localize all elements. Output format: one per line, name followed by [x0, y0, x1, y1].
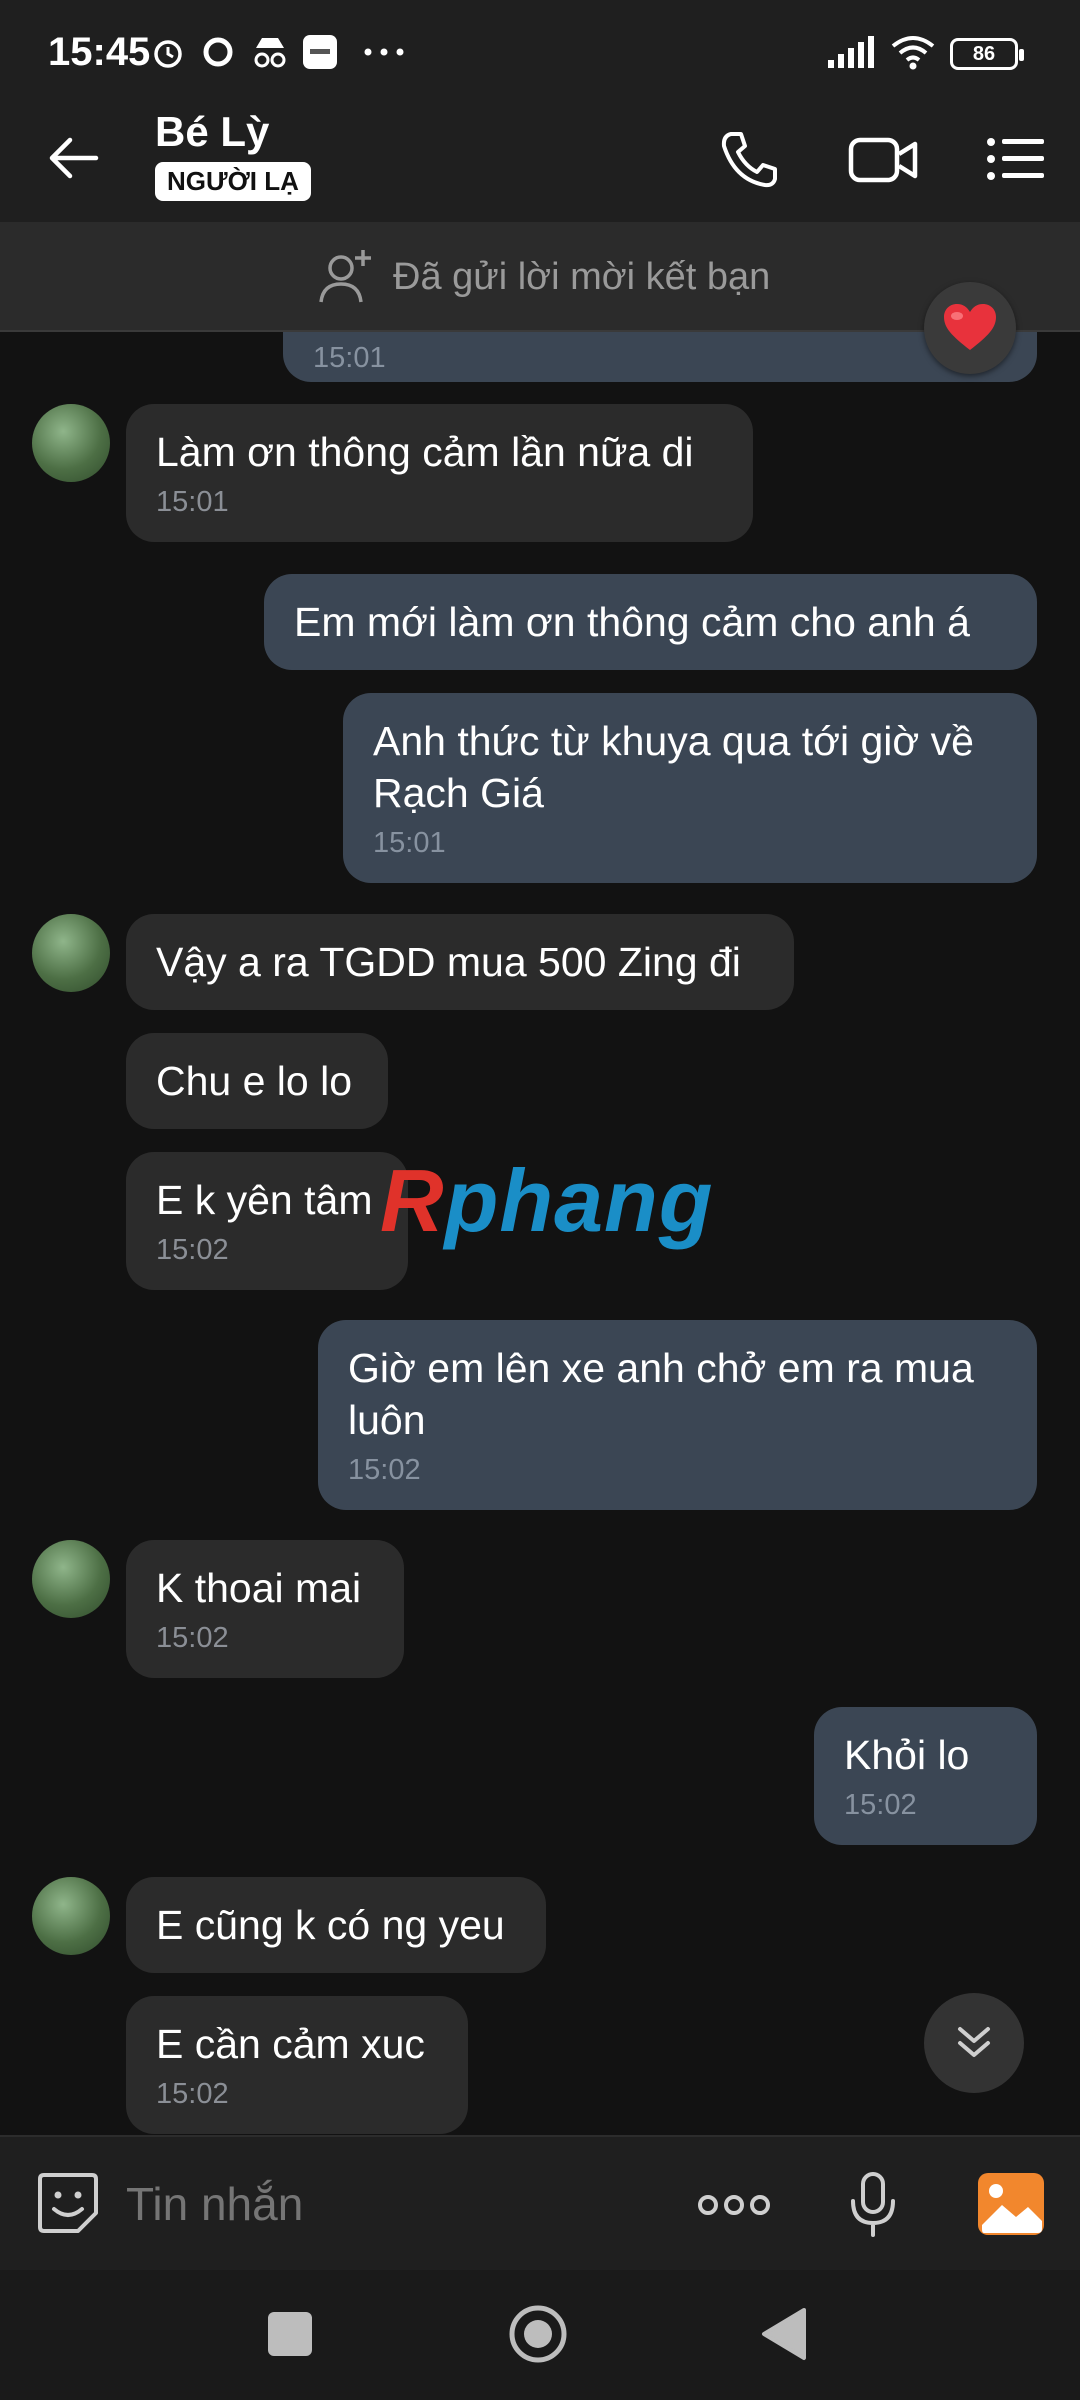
message-bubble-outgoing[interactable]: Khỏi lo 15:02 [814, 1707, 1037, 1845]
incognito-icon [254, 38, 286, 68]
system-navigation-bar [0, 2270, 1080, 2400]
message-time: 15:02 [348, 1454, 421, 1486]
list-menu-icon[interactable] [980, 124, 1050, 194]
message-text: K thoai mai [156, 1565, 362, 1611]
alarm-icon [154, 40, 182, 68]
message-time: 15:02 [156, 1234, 229, 1266]
more-notifications-icon [364, 48, 404, 56]
back-nav-button[interactable] [758, 2306, 808, 2362]
message-text: E cần cảm xuc [156, 2021, 425, 2067]
message-text: Giờ em lên xe anh chở em ra mua luôn [348, 1345, 974, 1443]
avatar[interactable] [32, 914, 110, 992]
message-input[interactable] [126, 2177, 646, 2231]
stranger-badge: NGƯỜI LẠ [155, 162, 311, 201]
status-time: 15:45 [48, 30, 151, 74]
recent-apps-button[interactable] [268, 2312, 312, 2356]
message-time: 15:01 [156, 486, 229, 518]
message-bubble-outgoing[interactable]: 15:01 [283, 332, 1037, 382]
sticker-smile-icon[interactable] [34, 2169, 102, 2237]
reaction-button[interactable] [924, 282, 1016, 374]
message-bubble-incoming[interactable]: Vậy a ra TGDD mua 500 Zing đi [126, 914, 794, 1010]
home-button[interactable] [506, 2302, 570, 2366]
sync-icon [203, 37, 233, 67]
video-camera-icon[interactable] [845, 124, 921, 194]
app-notification-icon [303, 35, 337, 69]
battery-indicator: 86 [950, 38, 1024, 70]
more-dots-icon[interactable] [696, 2185, 772, 2225]
wifi-icon [891, 36, 935, 70]
heart-icon [944, 304, 996, 350]
message-time: 15:01 [313, 342, 386, 374]
avatar[interactable] [32, 1540, 110, 1618]
message-bubble-incoming[interactable]: E k yên tâm 15:02 [126, 1152, 408, 1290]
arrow-left-icon[interactable] [44, 128, 104, 188]
add-user-icon [319, 250, 371, 303]
friend-request-banner: Đã gửi lời mời kết bạn [0, 222, 1080, 332]
message-bubble-outgoing[interactable]: Anh thức từ khuya qua tới giờ về Rạch Gi… [343, 693, 1037, 883]
message-bubble-outgoing[interactable]: Em mới làm ơn thông cảm cho anh á [264, 574, 1037, 670]
message-text: E cũng k có ng yeu [156, 1902, 505, 1948]
message-time: 15:02 [156, 1622, 229, 1654]
image-gallery-icon[interactable] [976, 2171, 1046, 2237]
double-chevron-down-icon [958, 2027, 990, 2057]
message-text: Vậy a ra TGDD mua 500 Zing đi [156, 939, 741, 985]
avatar[interactable] [32, 404, 110, 482]
message-text: Chu e lo lo [156, 1058, 353, 1104]
message-bubble-outgoing[interactable]: Giờ em lên xe anh chở em ra mua luôn 15:… [318, 1320, 1037, 1510]
message-text: Anh thức từ khuya qua tới giờ về Rạch Gi… [373, 718, 974, 816]
message-text: Em mới làm ơn thông cảm cho anh á [294, 599, 970, 645]
message-bubble-incoming[interactable]: E cần cảm xuc 15:02 [126, 1996, 468, 2134]
message-time: 15:01 [373, 827, 446, 859]
message-bubble-incoming[interactable]: Chu e lo lo [126, 1033, 388, 1129]
signal-icon [828, 36, 874, 68]
friend-request-text: Đã gửi lời mời kết bạn [393, 255, 771, 298]
message-text: Làm ơn thông cảm lần nữa di [156, 429, 694, 475]
contact-name[interactable]: Bé Lỳ [155, 108, 269, 156]
message-time: 15:02 [844, 1789, 917, 1821]
microphone-icon[interactable] [848, 2171, 898, 2239]
watermark-logo: Rphang [380, 1151, 714, 1250]
message-text: Khỏi lo [844, 1732, 970, 1778]
phone-icon[interactable] [715, 124, 785, 194]
chat-header: Bé Lỳ NGƯỜI LẠ [0, 90, 1080, 222]
message-text: E k yên tâm [156, 1177, 373, 1223]
message-bubble-incoming[interactable]: Làm ơn thông cảm lần nữa di 15:01 [126, 404, 753, 542]
message-input-bar [0, 2135, 1080, 2270]
avatar[interactable] [32, 1877, 110, 1955]
message-bubble-incoming[interactable]: K thoai mai 15:02 [126, 1540, 404, 1678]
message-bubble-incoming[interactable]: E cũng k có ng yeu [126, 1877, 546, 1973]
status-bar: 15:45 86 [0, 0, 1080, 90]
scroll-to-bottom-button[interactable] [924, 1993, 1024, 2093]
message-time: 15:02 [156, 2078, 229, 2110]
